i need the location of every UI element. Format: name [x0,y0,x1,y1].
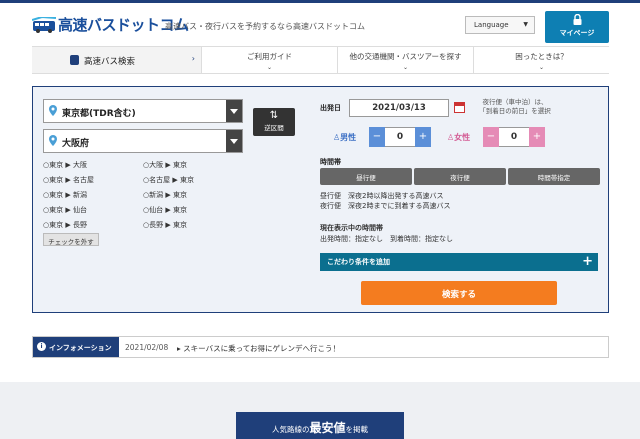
arrival-select[interactable]: 大阪府 [43,129,243,153]
swap-route-label: 逆区間 [264,124,284,132]
route-checkbox[interactable]: ○東京 ▶ 新潟 [43,190,87,200]
male-minus-button[interactable]: − [369,127,385,147]
nav-other-transport-label: 他の交通機関・バスツアーを探す [349,52,462,61]
nav-guide-label: ご利用ガイド [247,52,292,61]
night-bus-button[interactable]: 夜行便 [414,168,506,185]
female-minus-button[interactable]: − [483,127,499,147]
plus-icon: + [582,254,593,269]
departure-value: 東京都(TDR含む) [62,109,136,119]
chevron-down-icon: ▼ [523,21,528,28]
route-checkbox[interactable]: ○大阪 ▶ 東京 [143,160,187,170]
route-checkbox[interactable]: ○新潟 ▶ 東京 [143,190,187,200]
nav-help-label: 困ったときは？ [515,52,568,61]
date-label: 出発日 [320,104,341,112]
bus-icon [70,55,79,65]
nav-guide[interactable]: ご利用ガイド ⌄ [202,47,338,73]
info-message-link[interactable]: ▸ スキーバスに乗ってお得にゲレンデへ行こう！ [177,343,340,354]
timeslot-label: 時間帯 [320,158,341,166]
location-pin-icon [49,105,57,116]
dropdown-arrow-icon [226,100,242,122]
uncheck-button[interactable]: チェックを外す [43,233,99,246]
route-checkbox[interactable]: ○東京 ▶ 長野 [43,220,87,230]
female-label: ♙女性 [447,133,471,142]
male-count: 0 [385,127,415,147]
route-checkbox[interactable]: ○長野 ▶ 東京 [143,220,187,230]
location-pin-icon [49,135,57,146]
chevron-down-icon: ⌄ [266,64,273,71]
dropdown-arrow-icon [226,130,242,152]
route-checkbox[interactable]: ○東京 ▶ 大阪 [43,160,87,170]
chevron-down-icon: ⌄ [402,64,409,71]
info-bar: i インフォメーション 2021/02/08 ▸ スキーバスに乗ってお得にゲレン… [32,336,609,358]
language-select[interactable]: Language ▼ [465,16,535,34]
main-nav: 高速バス検索 › ご利用ガイド ⌄ 他の交通機関・バスツアーを探す ⌄ 困ったと… [32,46,609,74]
date-note: 夜行便（車中泊）は、 「到着日の前日」を選択 [479,98,551,115]
info-tag: i インフォメーション [33,337,119,357]
search-button[interactable]: 検索する [361,281,557,305]
nav-help[interactable]: 困ったときは？ ⌄ [474,47,609,73]
chevron-right-icon: › [191,54,195,63]
info-date: 2021/02/08 [125,343,169,352]
female-count: 0 [499,127,529,147]
route-checkbox[interactable]: ○東京 ▶ 名古屋 [43,175,94,185]
lock-icon [545,13,609,28]
mypage-label: マイページ [559,29,595,37]
day-bus-desc: 昼行便 深夜2時以降出発する高速バス [320,192,444,200]
swap-route-button[interactable]: ⇅ 逆区間 [253,108,295,136]
nav-bus-search[interactable]: 高速バス検索 › [32,47,202,73]
night-bus-desc: 夜行便 深夜2時までに到着する高速バス [320,202,451,210]
add-condition-button[interactable]: こだわり条件を追加 + [320,253,598,271]
swap-arrows-icon: ⇅ [269,110,279,121]
male-stepper: − 0 + [369,127,431,147]
male-label: ♙男性 [333,133,357,142]
current-timeslot-value: 出発時間：指定なし 到着時間：指定なし [320,235,453,243]
calendar-icon[interactable] [454,102,465,113]
mypage-button[interactable]: マイページ [545,11,609,43]
route-checkbox[interactable]: ○名古屋 ▶ 東京 [143,175,194,185]
date-input[interactable]: 2021/03/13 [349,99,449,117]
departure-select[interactable]: 東京都(TDR含む) [43,99,243,123]
cheapest-banner: 人気路線の最安値を掲載 [236,412,404,439]
language-label: Language [474,21,509,29]
current-timeslot-label: 現在表示中の時間帯 [320,224,383,232]
site-tagline: 高速バス・夜行バスを予約するなら高速バスドットコム [165,22,365,31]
female-stepper: − 0 + [483,127,545,147]
chevron-down-icon: ⌄ [538,64,545,71]
search-panel: 東京都(TDR含む) 大阪府 ⇅ 逆区間 ○東京 ▶ 大阪 ○東京 ▶ 名古屋 … [32,86,609,313]
route-checkbox[interactable]: ○仙台 ▶ 東京 [143,205,187,215]
info-icon: i [37,342,46,351]
time-specify-button[interactable]: 時間帯指定 [508,168,600,185]
route-checkbox[interactable]: ○東京 ▶ 仙台 [43,205,87,215]
male-plus-button[interactable]: + [415,127,431,147]
bus-logo-icon [31,15,57,33]
day-bus-button[interactable]: 昼行便 [320,168,412,185]
female-plus-button[interactable]: + [529,127,545,147]
site-header: 高速バスドットコム 高速バス・夜行バスを予約するなら高速バスドットコム Lang… [0,3,640,45]
add-condition-label: こだわり条件を追加 [327,258,390,266]
nav-bus-search-label: 高速バス検索 [84,57,136,67]
nav-other-transport[interactable]: 他の交通機関・バスツアーを探す ⌄ [338,47,474,73]
arrival-value: 大阪府 [62,139,90,149]
